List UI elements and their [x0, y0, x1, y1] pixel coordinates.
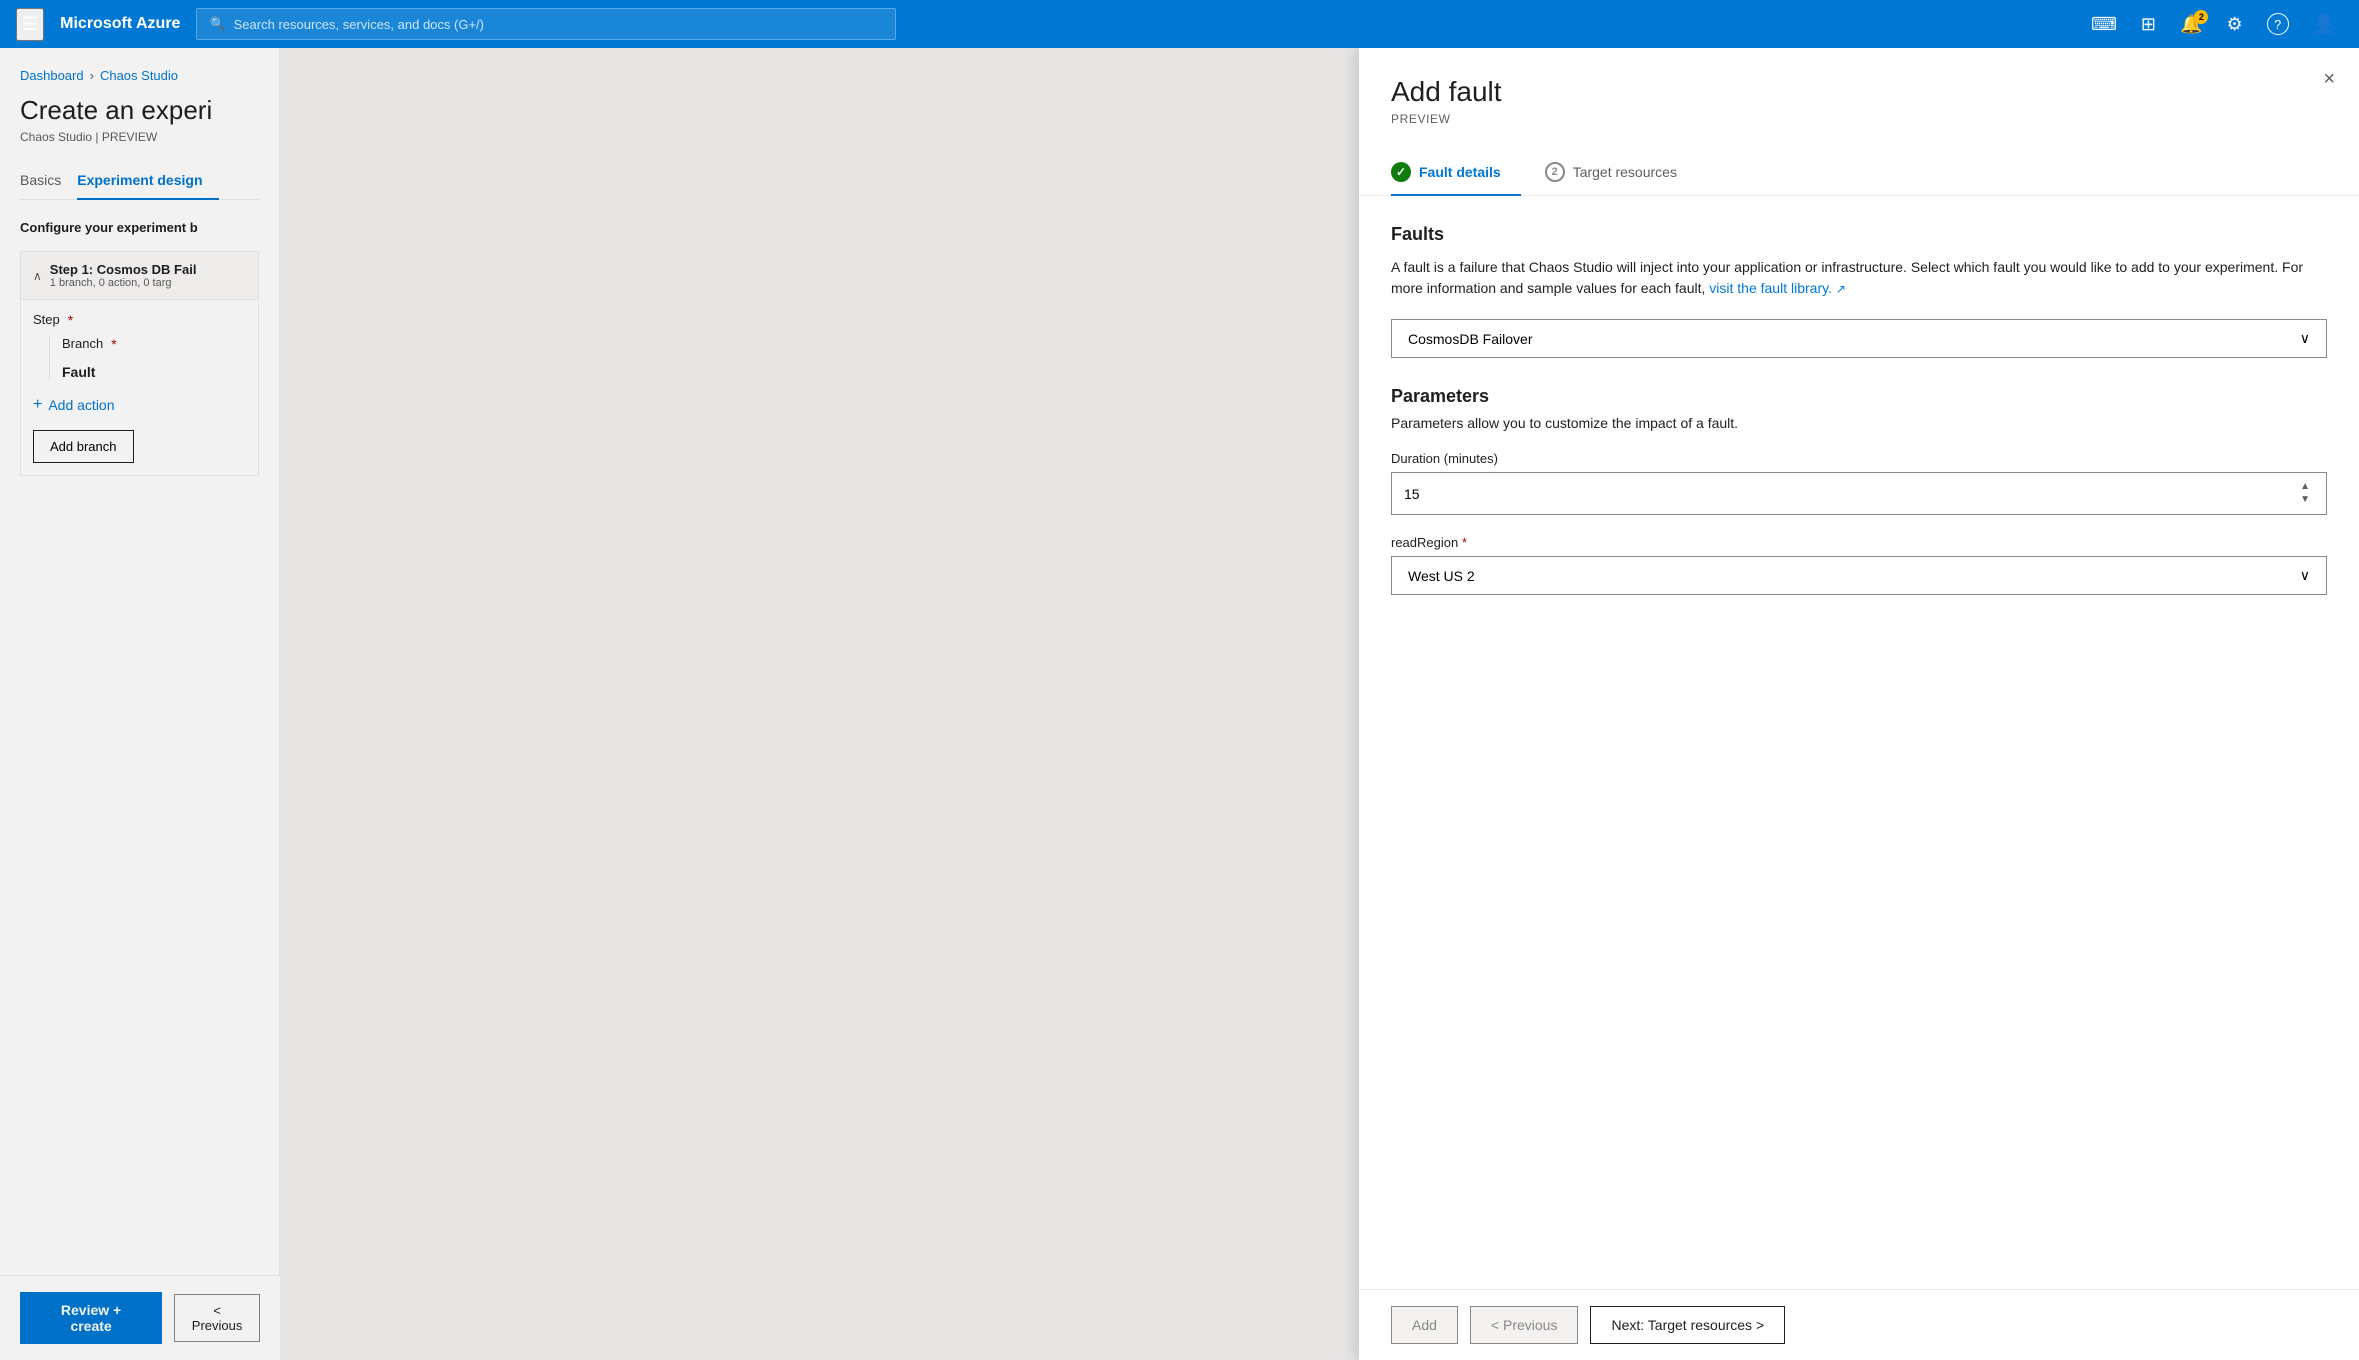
help-icon: ?	[2267, 13, 2289, 35]
fault-type-dropdown[interactable]: CosmosDB Failover ∨	[1391, 319, 2327, 358]
panel-header: × Add fault PREVIEW	[1359, 48, 2359, 150]
search-placeholder: Search resources, services, and docs (G+…	[234, 17, 484, 32]
fault-library-link-text: visit the fault library.	[1709, 280, 1832, 296]
panel-body: Faults A fault is a failure that Chaos S…	[1359, 196, 2359, 1289]
help-button[interactable]: ?	[2259, 9, 2297, 39]
parameters-section-description: Parameters allow you to customize the im…	[1391, 415, 2327, 431]
cloud-shell-icon: ⌨	[2091, 14, 2117, 35]
cloud-shell-button[interactable]: ⌨	[2083, 10, 2125, 39]
parameters-section-title: Parameters	[1391, 386, 2327, 407]
panel-add-button[interactable]: Add	[1391, 1306, 1458, 1344]
fault-dropdown-chevron-icon: ∨	[2300, 330, 2310, 347]
panel-title: Add fault	[1391, 76, 2327, 108]
hamburger-menu-icon[interactable]: ☰	[16, 8, 44, 41]
read-region-label: readRegion *	[1391, 535, 2327, 550]
panel-close-button[interactable]: ×	[2323, 68, 2335, 91]
duration-input-wrapper: 15 ▲ ▼	[1391, 472, 2327, 515]
notifications-badge: 2	[2194, 10, 2208, 24]
panel-previous-button[interactable]: < Previous	[1470, 1306, 1579, 1344]
overlay-dim	[0, 48, 1359, 1360]
target-resources-num-icon: 2	[1545, 162, 1565, 182]
portal-settings-button[interactable]: ⊞	[2133, 10, 2164, 39]
panel-preview-label: PREVIEW	[1391, 112, 2327, 126]
account-icon: 👤	[2313, 14, 2335, 35]
fault-dropdown-value: CosmosDB Failover	[1408, 331, 1532, 347]
read-region-required-star: *	[1462, 535, 1467, 550]
panel-next-button[interactable]: Next: Target resources >	[1590, 1306, 1785, 1344]
read-region-value: West US 2	[1408, 568, 1475, 584]
settings-button[interactable]: ⚙	[2218, 10, 2250, 39]
panel-tab-target-resources-label: Target resources	[1573, 164, 1677, 180]
fault-library-link[interactable]: visit the fault library. ↗	[1709, 280, 1846, 296]
search-icon: 🔍	[209, 16, 225, 32]
duration-spinners[interactable]: ▲ ▼	[2296, 481, 2314, 506]
add-fault-panel: × Add fault PREVIEW ✓ Fault details 2 Ta…	[1359, 48, 2359, 1360]
panel-tab-target-resources[interactable]: 2 Target resources	[1545, 150, 1697, 196]
topbar: ☰ Microsoft Azure 🔍 Search resources, se…	[0, 0, 2359, 48]
duration-decrement-button[interactable]: ▼	[2296, 494, 2314, 506]
account-button[interactable]: 👤	[2305, 10, 2343, 39]
duration-value: 15	[1404, 486, 1420, 502]
faults-section-title: Faults	[1391, 224, 2327, 245]
duration-increment-button[interactable]: ▲	[2296, 481, 2314, 493]
read-region-chevron-icon: ∨	[2300, 567, 2310, 584]
panel-tab-fault-details-label: Fault details	[1419, 164, 1501, 180]
faults-section-description: A fault is a failure that Chaos Studio w…	[1391, 257, 2327, 299]
panel-tab-fault-details[interactable]: ✓ Fault details	[1391, 150, 1521, 196]
notifications-button[interactable]: 🔔 2	[2172, 10, 2210, 39]
panel-footer: Add < Previous Next: Target resources >	[1359, 1289, 2359, 1360]
fault-details-check-icon: ✓	[1391, 162, 1411, 182]
azure-logo-title: Microsoft Azure	[60, 15, 180, 33]
settings-icon: ⚙	[2226, 14, 2242, 35]
portal-icon: ⊞	[2141, 14, 2156, 35]
panel-tab-bar: ✓ Fault details 2 Target resources	[1359, 150, 2359, 196]
search-bar[interactable]: 🔍 Search resources, services, and docs (…	[196, 8, 896, 40]
topbar-icons: ⌨ ⊞ 🔔 2 ⚙ ? 👤	[2083, 9, 2343, 39]
external-link-icon: ↗	[1836, 282, 1846, 296]
duration-label: Duration (minutes)	[1391, 451, 2327, 466]
read-region-dropdown[interactable]: West US 2 ∨	[1391, 556, 2327, 595]
